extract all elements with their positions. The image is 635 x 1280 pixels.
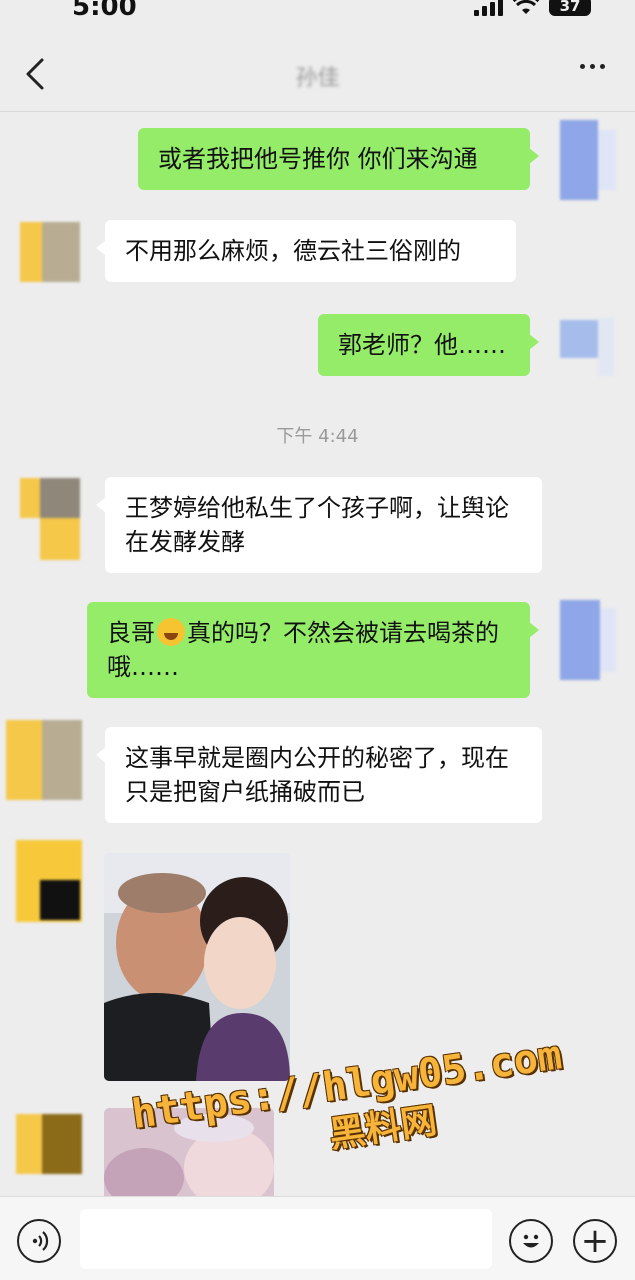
message-text: 或者我把他号推你 你们来沟通 [158, 145, 478, 173]
voice-icon[interactable] [17, 1219, 61, 1263]
wifi-icon [513, 0, 539, 14]
emoji-icon[interactable] [509, 1219, 553, 1263]
battery-icon: 37 [549, 0, 591, 16]
contact-avatar[interactable] [20, 478, 80, 560]
message-text: 不用那么麻烦，德云社三俗刚的 [125, 237, 461, 265]
message-bubble-incoming[interactable]: 这事早就是圈内公开的秘密了，现在只是把窗户纸捅破而已 [96, 727, 542, 823]
status-bar: 5:00 37 [0, 0, 635, 30]
message-bubble-outgoing[interactable]: 良哥 真的吗？不然会被请去喝茶的哦…… [87, 602, 539, 698]
message-text: 这事早就是圈内公开的秘密了，现在只是把窗户纸捅破而已 [125, 744, 509, 806]
plus-icon[interactable]: + [573, 1219, 617, 1263]
timestamp: 下午 4:44 [276, 426, 359, 447]
contact-avatar[interactable] [20, 222, 80, 282]
contact-avatar[interactable] [16, 1114, 82, 1174]
contact-avatar[interactable] [6, 720, 82, 800]
message-bubble-outgoing[interactable]: 郭老师？他…… [318, 314, 539, 376]
self-avatar[interactable] [556, 318, 614, 376]
smiley-face-icon [523, 1234, 539, 1248]
message-bubble-outgoing[interactable]: 或者我把他号推你 你们来沟通 [138, 128, 539, 190]
crying-laughing-emoji-icon [157, 618, 185, 646]
more-dots-icon[interactable] [580, 64, 605, 69]
message-text: 郭老师？他…… [338, 331, 506, 359]
status-time: 5:00 [72, 0, 137, 22]
message-input[interactable] [80, 1209, 492, 1269]
chat-title: 孙佳 [295, 66, 340, 91]
message-text: 王梦婷给他私生了个孩子啊，让舆论在发酵发酵 [125, 494, 509, 556]
photo-thumbnail [104, 853, 290, 1081]
contact-avatar[interactable] [16, 840, 82, 922]
message-bubble-incoming[interactable]: 王梦婷给他私生了个孩子啊，让舆论在发酵发酵 [96, 477, 542, 573]
signal-icon [474, 0, 503, 16]
image-message[interactable] [104, 853, 290, 1081]
input-bar: + [0, 1196, 635, 1280]
status-icons: 37 [474, 0, 591, 16]
chat-header: 孙佳 [0, 30, 635, 112]
self-avatar[interactable] [556, 120, 616, 200]
self-avatar[interactable] [556, 600, 616, 680]
message-text-before: 良哥 [107, 619, 155, 647]
message-bubble-incoming[interactable]: 不用那么麻烦，德云社三俗刚的 [96, 220, 516, 282]
voice-wave-icon [32, 1231, 49, 1251]
